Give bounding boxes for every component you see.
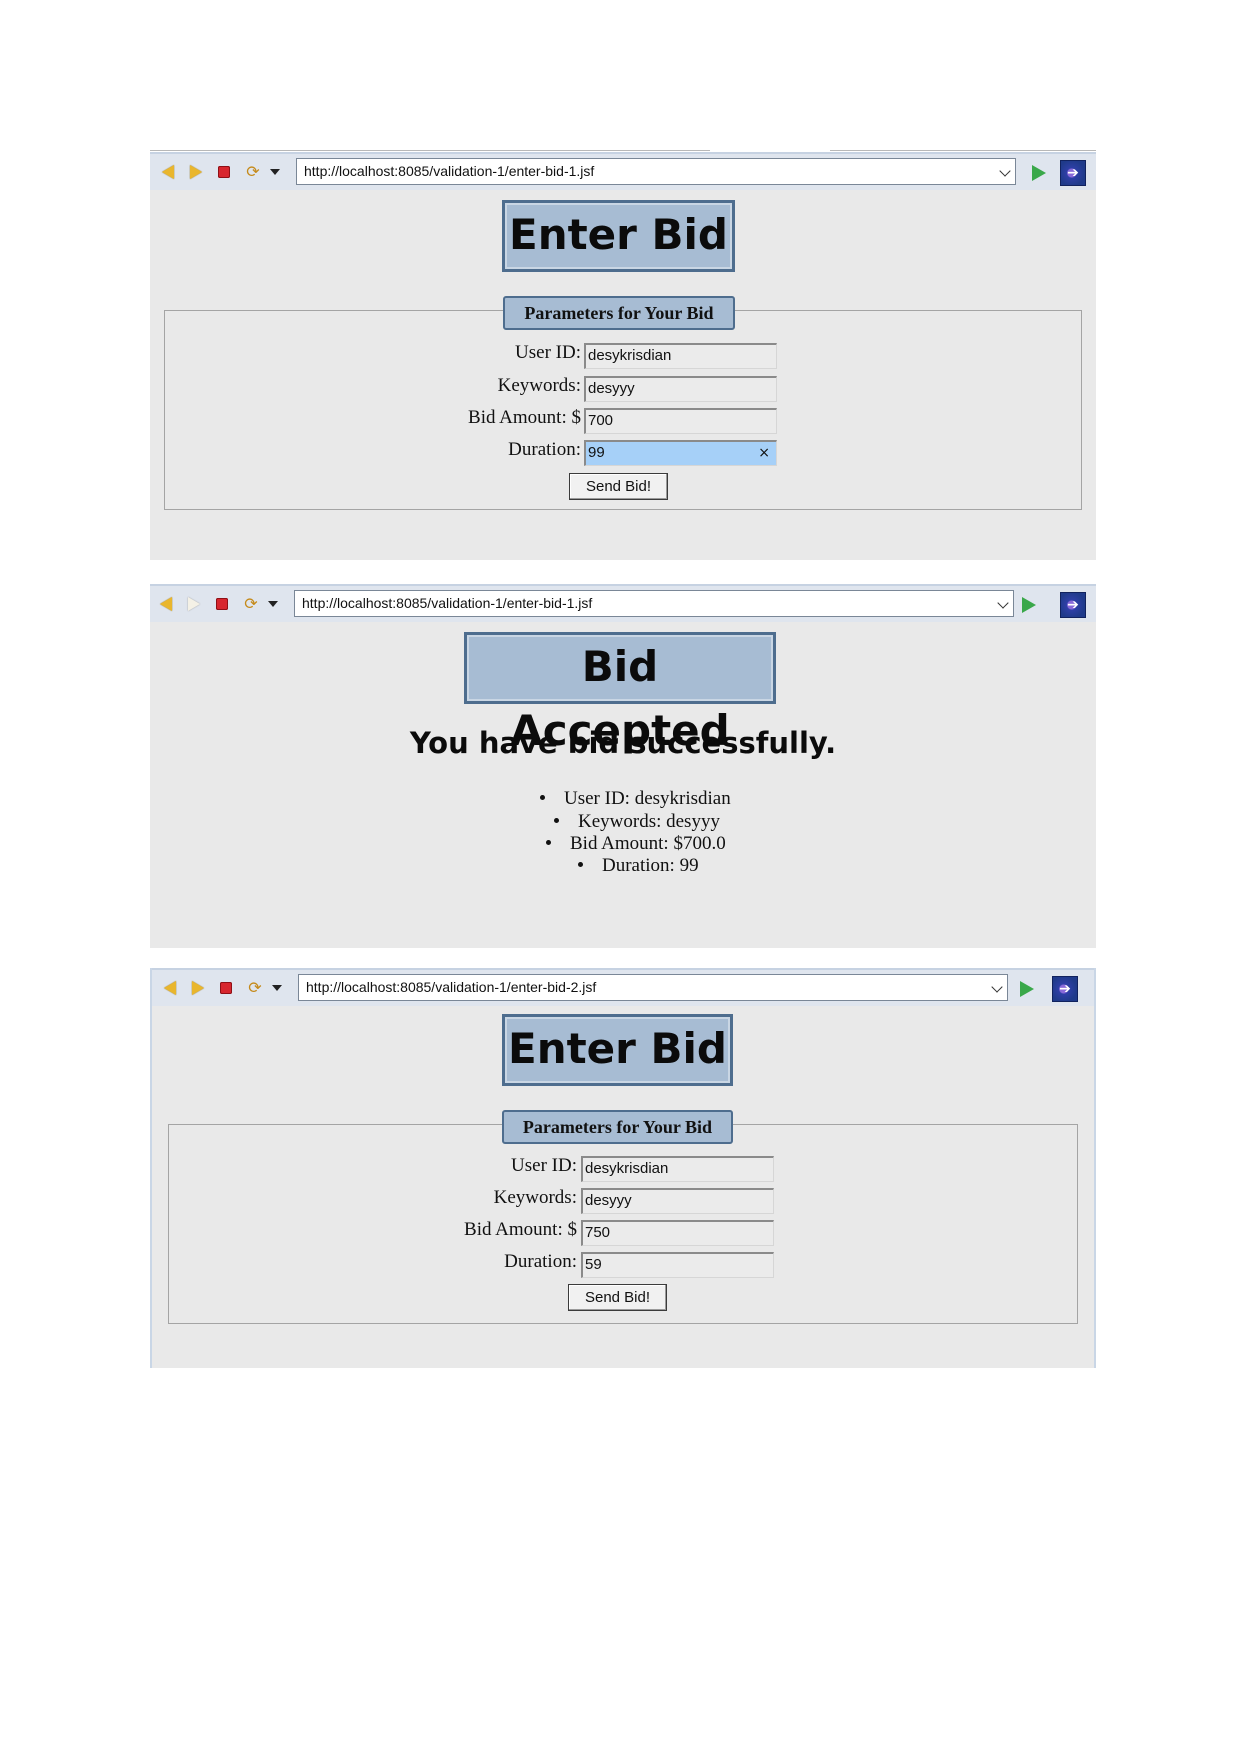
page-title: Enter Bid	[502, 1014, 733, 1086]
summary-keywords: Keywords: desyyy	[554, 811, 720, 833]
bid-amount-label: Bid Amount: $	[468, 407, 581, 428]
eclipse-icon[interactable]: ➔	[1060, 592, 1086, 618]
duration-label: Duration:	[508, 439, 581, 460]
address-dropdown-icon[interactable]	[997, 597, 1009, 609]
refresh-icon[interactable]: ⟳	[243, 163, 263, 181]
address-dropdown-icon[interactable]	[991, 981, 1003, 993]
back-arrow-icon[interactable]	[156, 595, 176, 613]
dropdown-caret-icon[interactable]	[265, 163, 285, 181]
forward-arrow-icon[interactable]	[188, 979, 208, 997]
top-edge-line-left	[150, 150, 710, 151]
dropdown-caret-icon[interactable]	[267, 979, 287, 997]
address-bar-url: http://localhost:8085/validation-1/enter…	[304, 163, 595, 179]
browser-toolbar: ⟳ http://localhost:8085/validation-1/ent…	[150, 152, 1096, 190]
user-id-input[interactable]: desykrisdian	[581, 1156, 774, 1182]
keywords-label: Keywords:	[497, 375, 581, 396]
browser-toolbar: ⟳ http://localhost:8085/validation-1/ent…	[150, 584, 1096, 622]
send-bid-button[interactable]: Send Bid!	[568, 1284, 667, 1311]
go-icon[interactable]	[1020, 981, 1034, 997]
summary-bid-amount-text: Bid Amount: $700.0	[570, 833, 726, 854]
bid-amount-input[interactable]: 700	[584, 408, 777, 434]
address-bar[interactable]: http://localhost:8085/validation-1/enter…	[296, 158, 1016, 185]
top-edge-line-right	[830, 150, 1096, 151]
bid-amount-label: Bid Amount: $	[464, 1219, 577, 1240]
browser-toolbar: ⟳ http://localhost:8085/validation-1/ent…	[152, 968, 1094, 1006]
summary-keywords-text: Keywords: desyyy	[578, 811, 720, 832]
success-message: You have bid successfully.	[409, 726, 837, 760]
fieldset-legend: Parameters for Your Bid	[502, 1110, 733, 1144]
browser-screenshot-bid-accepted: ⟳ http://localhost:8085/validation-1/ent…	[150, 584, 1096, 948]
back-arrow-icon[interactable]	[160, 979, 180, 997]
duration-input[interactable]: 59	[581, 1252, 774, 1278]
duration-label: Duration:	[504, 1251, 577, 1272]
forward-arrow-icon[interactable]	[184, 595, 204, 613]
back-arrow-icon[interactable]	[158, 163, 178, 181]
user-id-label: User ID:	[511, 1155, 577, 1176]
address-bar-url: http://localhost:8085/validation-1/enter…	[302, 595, 593, 611]
summary-user-id: User ID: desykrisdian	[540, 788, 731, 810]
clear-input-icon[interactable]: ×	[758, 442, 770, 464]
bid-amount-input[interactable]: 750	[581, 1220, 774, 1246]
keywords-input[interactable]: desyyy	[581, 1188, 774, 1214]
address-bar-url: http://localhost:8085/validation-1/enter…	[306, 979, 597, 995]
page-title: Enter Bid	[502, 200, 735, 272]
go-icon[interactable]	[1032, 165, 1046, 181]
stop-icon[interactable]	[212, 595, 232, 613]
fieldset-legend: Parameters for Your Bid	[503, 296, 735, 330]
stop-icon[interactable]	[214, 163, 234, 181]
forward-arrow-icon[interactable]	[186, 163, 206, 181]
address-bar[interactable]: http://localhost:8085/validation-1/enter…	[294, 590, 1014, 617]
summary-bid-amount: Bid Amount: $700.0	[546, 833, 726, 855]
user-id-input[interactable]: desykrisdian	[584, 343, 777, 369]
keywords-input[interactable]: desyyy	[584, 376, 777, 402]
eclipse-icon[interactable]: ➔	[1052, 976, 1078, 1002]
refresh-icon[interactable]: ⟳	[241, 595, 261, 613]
summary-duration: Duration: 99	[578, 855, 699, 877]
stop-icon[interactable]	[216, 979, 236, 997]
send-bid-button[interactable]: Send Bid!	[569, 473, 668, 500]
bullet-icon	[540, 795, 545, 801]
bullet-icon	[546, 840, 551, 846]
browser-screenshot-enter-bid-2: ⟳ http://localhost:8085/validation-1/ent…	[150, 968, 1096, 1368]
bullet-icon	[578, 862, 583, 868]
bullet-icon	[554, 818, 559, 824]
user-id-label: User ID:	[515, 342, 581, 363]
dropdown-caret-icon[interactable]	[263, 595, 283, 613]
summary-user-id-text: User ID: desykrisdian	[564, 788, 731, 809]
refresh-icon[interactable]: ⟳	[245, 979, 265, 997]
page-title: Bid Accepted	[464, 632, 776, 755]
go-icon[interactable]	[1022, 597, 1036, 613]
keywords-label: Keywords:	[493, 1187, 577, 1208]
duration-input-value: 99	[588, 444, 605, 461]
browser-screenshot-enter-bid-1: ⟳ http://localhost:8085/validation-1/ent…	[150, 152, 1096, 560]
address-bar[interactable]: http://localhost:8085/validation-1/enter…	[298, 974, 1008, 1001]
summary-duration-text: Duration: 99	[602, 855, 699, 876]
duration-input[interactable]: 99 ×	[584, 440, 777, 466]
address-dropdown-icon[interactable]	[999, 165, 1011, 177]
eclipse-icon[interactable]: ➔	[1060, 160, 1086, 186]
